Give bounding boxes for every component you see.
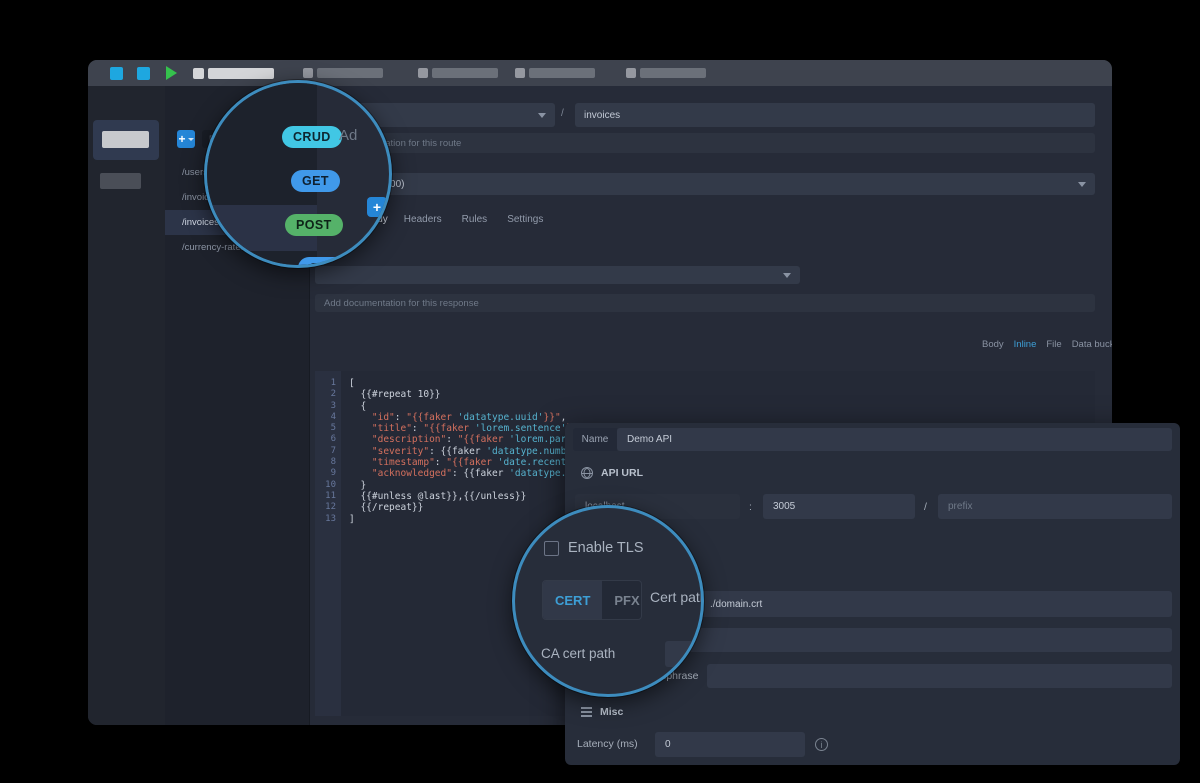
- titlebar-menu-item-4[interactable]: [640, 68, 706, 78]
- titlebar-active-menu-icon: [193, 68, 204, 79]
- magnified-pfx-tab: PFX: [602, 581, 642, 619]
- env-name-label: Name: [573, 428, 617, 451]
- magnified-doc-text-fragment: Ad: [339, 127, 357, 144]
- magnified-enable-tls-checkbox: [544, 541, 559, 556]
- screenshot-stage: + /users CRUD /invoices GET /invoices PO…: [0, 0, 1200, 783]
- status-code-dropdown[interactable]: [315, 266, 800, 284]
- magnified-post-badge: POST: [285, 214, 343, 236]
- misc-section-title: Misc: [600, 706, 623, 718]
- latency-input[interactable]: [655, 732, 805, 757]
- magnified-add-response-button: +: [367, 197, 387, 217]
- magnified-cert-tab: CERT: [543, 581, 602, 619]
- env-name-input[interactable]: [617, 428, 1172, 451]
- editor-gutter: 12345678910111213: [315, 371, 341, 716]
- titlebar-menu-item-1[interactable]: [317, 68, 383, 78]
- api-url-section-header: API URL: [581, 467, 643, 479]
- magnified-ca-cert-label: CA cert path: [541, 646, 615, 661]
- tab-headers[interactable]: Headers: [404, 214, 442, 225]
- plus-icon: +: [178, 132, 185, 146]
- prefix-input[interactable]: [938, 494, 1172, 519]
- environment-item-active[interactable]: [93, 120, 159, 160]
- titlebar-menu-icon-1: [303, 68, 313, 78]
- magnified-crud-badge: CRUD: [282, 126, 342, 148]
- titlebar-menu-item-3[interactable]: [529, 68, 595, 78]
- misc-section-header: Misc: [581, 706, 623, 718]
- magnifier-callout-routes: CRUD GET POST GET Ad +: [204, 80, 392, 268]
- environment-item[interactable]: [100, 173, 141, 189]
- response-doc-input[interactable]: [315, 294, 1095, 312]
- magnifier-callout-tls: Enable TLS CERT PFX Cert path CA cert pa…: [512, 505, 704, 697]
- magnified-enable-tls-label: Enable TLS: [568, 540, 644, 556]
- titlebar-menu-icon-4: [626, 68, 636, 78]
- tab-rules[interactable]: Rules: [462, 214, 488, 225]
- port-prefix-separator: /: [924, 501, 927, 513]
- magnified-input-fragment: [665, 641, 704, 667]
- environment-label-placeholder: [102, 131, 149, 148]
- info-icon[interactable]: i: [815, 738, 828, 751]
- magnified-cert-type-toggle: CERT PFX: [542, 580, 642, 620]
- titlebar-menu-icon-2: [418, 68, 428, 78]
- titlebar-logo-block-2: [137, 67, 150, 80]
- hamburger-icon: [581, 711, 592, 713]
- chevron-down-icon: [783, 273, 791, 278]
- latency-label: Latency (ms): [577, 738, 638, 750]
- titlebar-menu-item-2[interactable]: [432, 68, 498, 78]
- environments-sidebar: [88, 86, 165, 725]
- api-url-section-title: API URL: [601, 467, 643, 479]
- port-input[interactable]: [763, 494, 915, 519]
- route-path-input[interactable]: [575, 103, 1095, 127]
- chevron-down-icon: [1078, 182, 1086, 187]
- add-route-button[interactable]: +: [177, 130, 195, 148]
- magnified-cert-path-label: Cert path: [650, 589, 704, 605]
- route-doc-input[interactable]: [315, 133, 1095, 153]
- response-dropdown[interactable]: Response 1 (200): [315, 173, 1095, 195]
- titlebar-menu-icon-3: [515, 68, 525, 78]
- body-source-file[interactable]: File: [1046, 339, 1061, 350]
- titlebar-logo-block-1: [110, 67, 123, 80]
- play-icon[interactable]: [166, 66, 177, 80]
- magnified-get-badge: GET: [291, 170, 340, 192]
- passphrase-input[interactable]: [707, 664, 1172, 688]
- body-source-toggle: Body Inline File Data bucket: [982, 339, 1112, 350]
- body-source-databucket[interactable]: Data bucket: [1072, 339, 1112, 350]
- titlebar-active-menu-label[interactable]: [208, 68, 274, 79]
- body-source-inline[interactable]: Inline: [1014, 339, 1037, 350]
- chevron-down-icon: [188, 138, 194, 141]
- tab-settings[interactable]: Settings: [507, 214, 543, 225]
- cert-path-input[interactable]: [700, 591, 1172, 617]
- body-source-label: Body: [982, 339, 1004, 350]
- chevron-down-icon: [538, 113, 546, 118]
- ca-cert-path-input[interactable]: [650, 628, 1172, 652]
- globe-icon: [581, 467, 593, 479]
- path-slash: /: [561, 108, 564, 119]
- host-port-separator: :: [749, 501, 752, 513]
